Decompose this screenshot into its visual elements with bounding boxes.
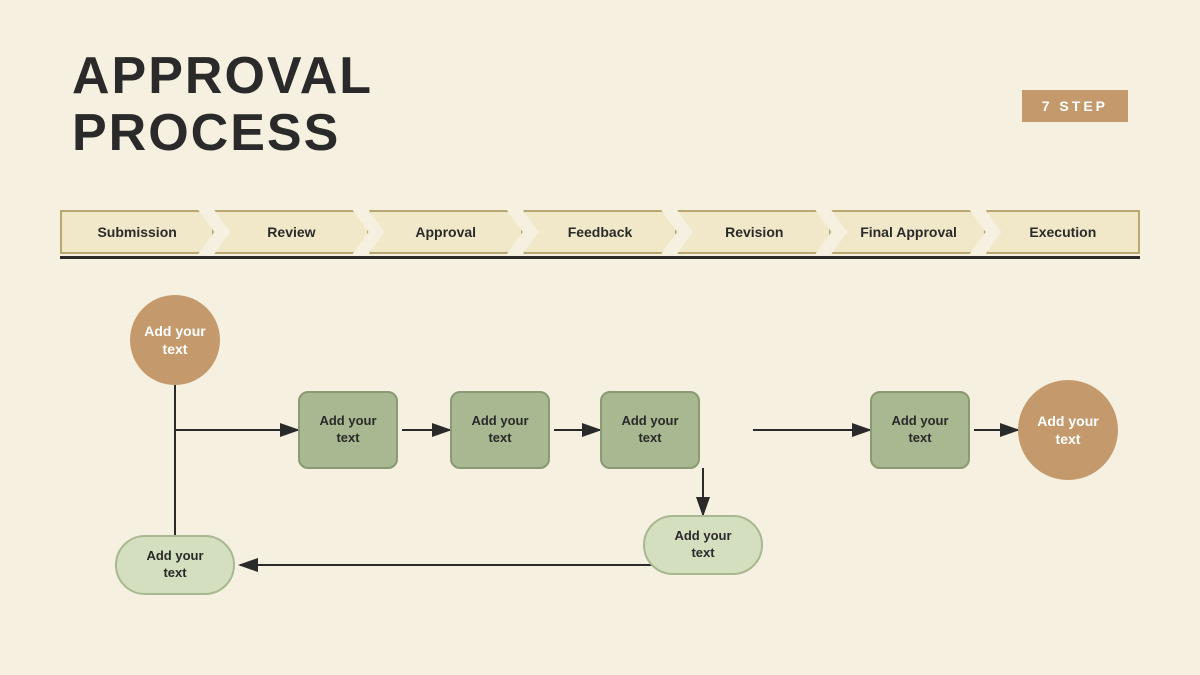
- step-label-submission: Submission: [60, 210, 214, 254]
- diagram: Add your text Add your text Add your tex…: [60, 280, 1140, 635]
- sidebar-item-feedback: Feedback: [523, 210, 677, 254]
- node-oval-bottom-mid: Add your text: [643, 515, 763, 575]
- step-label-revision: Revision: [677, 210, 831, 254]
- process-bar: Submission Review Approval Feedback Revi…: [60, 205, 1140, 259]
- step-label-feedback: Feedback: [523, 210, 677, 254]
- step-label-final-approval: Final Approval: [831, 210, 985, 254]
- node-rect-4: Add your text: [600, 391, 700, 469]
- step-label-review: Review: [214, 210, 368, 254]
- sidebar-item-submission: Submission: [60, 210, 214, 254]
- node-rect-3: Add your text: [450, 391, 550, 469]
- sidebar-item-approval: Approval: [369, 210, 523, 254]
- sidebar-item-execution: Execution: [986, 210, 1140, 254]
- node-oval-bottom-left: Add your text: [115, 535, 235, 595]
- step-label-execution: Execution: [986, 210, 1140, 254]
- sidebar-item-revision: Revision: [677, 210, 831, 254]
- page-title: APPROVAL PROCESS: [72, 48, 373, 162]
- sidebar-item-review: Review: [214, 210, 368, 254]
- node-rect-5: Add your text: [870, 391, 970, 469]
- node-circle-right: Add your text: [1018, 380, 1118, 480]
- node-rect-2: Add your text: [298, 391, 398, 469]
- node-circle-top-left: Add your text: [130, 295, 220, 385]
- step-badge: 7 STEP: [1022, 90, 1128, 122]
- step-label-approval: Approval: [369, 210, 523, 254]
- sidebar-item-final-approval: Final Approval: [831, 210, 985, 254]
- process-steps: Submission Review Approval Feedback Revi…: [60, 210, 1140, 254]
